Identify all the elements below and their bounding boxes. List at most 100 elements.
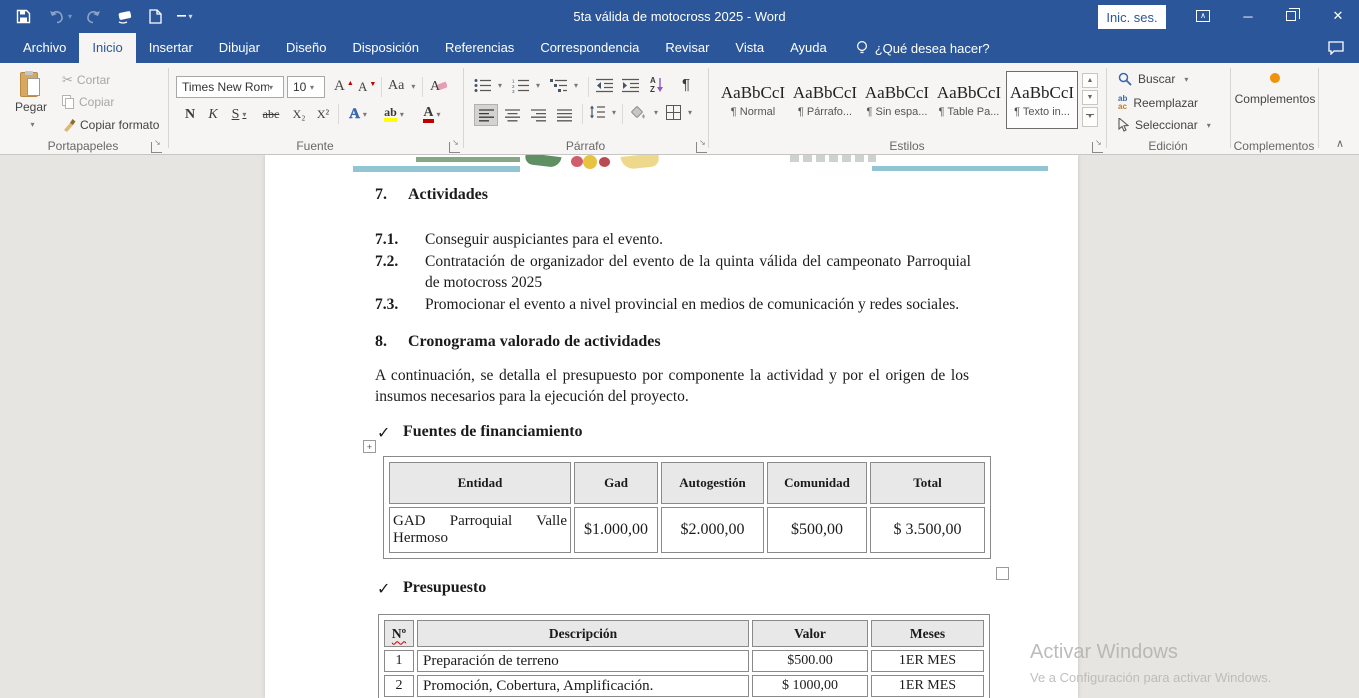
- multilevel-list-button[interactable]: [550, 78, 578, 93]
- align-left-button[interactable]: [474, 104, 498, 126]
- align-center-button[interactable]: [500, 104, 524, 126]
- list-item[interactable]: 7.3. Promocionar el evento a nivel provi…: [375, 294, 971, 315]
- list-item[interactable]: 7.2. Contratación de organizador del eve…: [375, 251, 971, 293]
- decrease-indent-button[interactable]: [596, 78, 613, 93]
- column-header[interactable]: Gad: [574, 462, 658, 504]
- tab-diseno[interactable]: Diseño: [273, 33, 339, 63]
- style-table-paragraph[interactable]: AaBbCcI ¶ Table Pa...: [936, 71, 1002, 129]
- close-button[interactable]: ✕: [1327, 6, 1349, 26]
- replace-button[interactable]: ab ac Reemplazar: [1118, 95, 1198, 111]
- styles-scroll-down[interactable]: ▼: [1082, 90, 1098, 105]
- budget-heading[interactable]: ✓ Presupuesto: [377, 579, 486, 599]
- sign-in-button[interactable]: Inic. ses.: [1098, 5, 1166, 29]
- collapse-ribbon-button[interactable]: ∧: [1336, 137, 1344, 150]
- show-marks-button[interactable]: ¶: [682, 76, 690, 93]
- italic-button[interactable]: K: [203, 103, 223, 126]
- table-cell[interactable]: Preparación de terreno: [417, 650, 749, 672]
- tab-revisar[interactable]: Revisar: [652, 33, 722, 63]
- column-header[interactable]: Descripción: [417, 620, 749, 647]
- select-button[interactable]: Seleccionar: [1118, 118, 1211, 132]
- styles-scroll-up[interactable]: ▲: [1082, 73, 1098, 88]
- table-cell[interactable]: $1.000,00: [574, 507, 658, 553]
- font-size-dropdown[interactable]: ▾: [310, 83, 323, 92]
- table-cell[interactable]: GAD Parroquial Valle Hermoso: [389, 507, 571, 553]
- column-header[interactable]: Meses: [871, 620, 984, 647]
- table-move-handle[interactable]: +: [363, 440, 376, 453]
- tab-referencias[interactable]: Referencias: [432, 33, 527, 63]
- increase-indent-button[interactable]: [622, 78, 639, 93]
- font-name-input[interactable]: [177, 80, 269, 94]
- tab-archivo[interactable]: Archivo: [10, 33, 79, 63]
- justify-button[interactable]: [552, 104, 576, 126]
- column-header[interactable]: Comunidad: [767, 462, 867, 504]
- font-name-dropdown[interactable]: ▾: [269, 83, 282, 92]
- bullets-button[interactable]: [474, 78, 502, 93]
- tab-inicio[interactable]: Inicio: [79, 33, 135, 63]
- heading-cronograma[interactable]: 8. Cronograma valorado de actividades: [375, 333, 661, 351]
- style-normal[interactable]: AaBbCcI ¶ Normal: [720, 71, 786, 129]
- table-cell[interactable]: 1: [384, 650, 414, 672]
- change-case-button[interactable]: Aa: [388, 78, 415, 94]
- column-header[interactable]: Entidad: [389, 462, 571, 504]
- font-size-input[interactable]: [288, 80, 310, 94]
- paste-button[interactable]: Pegar: [10, 71, 52, 130]
- borders-button[interactable]: [666, 105, 692, 120]
- tab-disposicion[interactable]: Disposición: [339, 33, 431, 63]
- font-size-combobox[interactable]: ▾: [287, 76, 325, 98]
- underline-button[interactable]: S: [226, 103, 252, 126]
- table-cell[interactable]: 2: [384, 675, 414, 697]
- grow-font-button[interactable]: A▲: [334, 78, 354, 95]
- align-right-button[interactable]: [526, 104, 550, 126]
- table-resize-handle[interactable]: [996, 567, 1009, 580]
- tab-dibujar[interactable]: Dibujar: [206, 33, 273, 63]
- column-header[interactable]: Autogestión: [661, 462, 764, 504]
- find-button[interactable]: Buscar: [1118, 72, 1188, 86]
- bold-button[interactable]: N: [180, 103, 200, 126]
- tab-vista[interactable]: Vista: [722, 33, 777, 63]
- sort-button[interactable]: AZ: [650, 76, 664, 94]
- shading-button[interactable]: [630, 105, 658, 120]
- minimize-button[interactable]: ─: [1237, 6, 1259, 26]
- heading-actividades[interactable]: 7. Actividades: [375, 186, 488, 204]
- table-cell[interactable]: Promoción, Cobertura, Amplificación.: [417, 675, 749, 697]
- list-item[interactable]: 7.1. Conseguir auspiciantes para el even…: [375, 229, 971, 250]
- table-cell[interactable]: $ 1000,00: [752, 675, 868, 697]
- restore-button[interactable]: [1280, 6, 1302, 26]
- style-parrafo[interactable]: AaBbCcI ¶ Párrafo...: [792, 71, 858, 129]
- ribbon-display-options-button[interactable]: ∧: [1192, 6, 1214, 26]
- line-spacing-button[interactable]: [589, 105, 616, 119]
- table-cell[interactable]: $500.00: [752, 650, 868, 672]
- document-page[interactable]: 7. Actividades 7.1. Conseguir auspiciant…: [265, 155, 1078, 698]
- feedback-icon[interactable]: [1325, 38, 1347, 58]
- subscript-button[interactable]: X₂: [288, 103, 310, 126]
- font-color-button[interactable]: A: [416, 103, 448, 126]
- strikethrough-button[interactable]: abc: [258, 103, 284, 126]
- shrink-font-button[interactable]: A▼: [358, 79, 376, 95]
- table-cell[interactable]: $500,00: [767, 507, 867, 553]
- tab-correspondencia[interactable]: Correspondencia: [527, 33, 652, 63]
- paste-dropdown[interactable]: [27, 116, 34, 130]
- styles-gallery-expand[interactable]: ▼: [1082, 107, 1098, 127]
- cut-button[interactable]: ✂ Cortar: [62, 72, 110, 88]
- copy-button[interactable]: Copiar: [62, 95, 114, 109]
- clear-formatting-button[interactable]: A: [430, 77, 447, 93]
- table-cell[interactable]: 1ER MES: [871, 650, 984, 672]
- add-ins-button[interactable]: Complementos: [1232, 73, 1318, 106]
- column-header[interactable]: Nº: [384, 620, 414, 647]
- funding-heading[interactable]: ✓ Fuentes de financiamiento: [377, 423, 583, 443]
- format-painter-button[interactable]: Copiar formato: [62, 118, 159, 132]
- superscript-button[interactable]: X²: [312, 103, 334, 126]
- style-sin-espaciado[interactable]: AaBbCcI ¶ Sin espa...: [864, 71, 930, 129]
- text-effects-button[interactable]: A: [344, 103, 372, 126]
- tab-ayuda[interactable]: Ayuda: [777, 33, 840, 63]
- tell-me-box[interactable]: ¿Qué desea hacer?: [856, 33, 990, 63]
- tab-insertar[interactable]: Insertar: [136, 33, 206, 63]
- table-cell[interactable]: 1ER MES: [871, 675, 984, 697]
- font-name-combobox[interactable]: ▾: [176, 76, 284, 98]
- column-header[interactable]: Valor: [752, 620, 868, 647]
- highlight-color-button[interactable]: ab: [378, 103, 410, 126]
- column-header[interactable]: Total: [870, 462, 985, 504]
- table-cell[interactable]: $ 3.500,00: [870, 507, 985, 553]
- numbering-button[interactable]: 123: [512, 78, 540, 93]
- table-cell[interactable]: $2.000,00: [661, 507, 764, 553]
